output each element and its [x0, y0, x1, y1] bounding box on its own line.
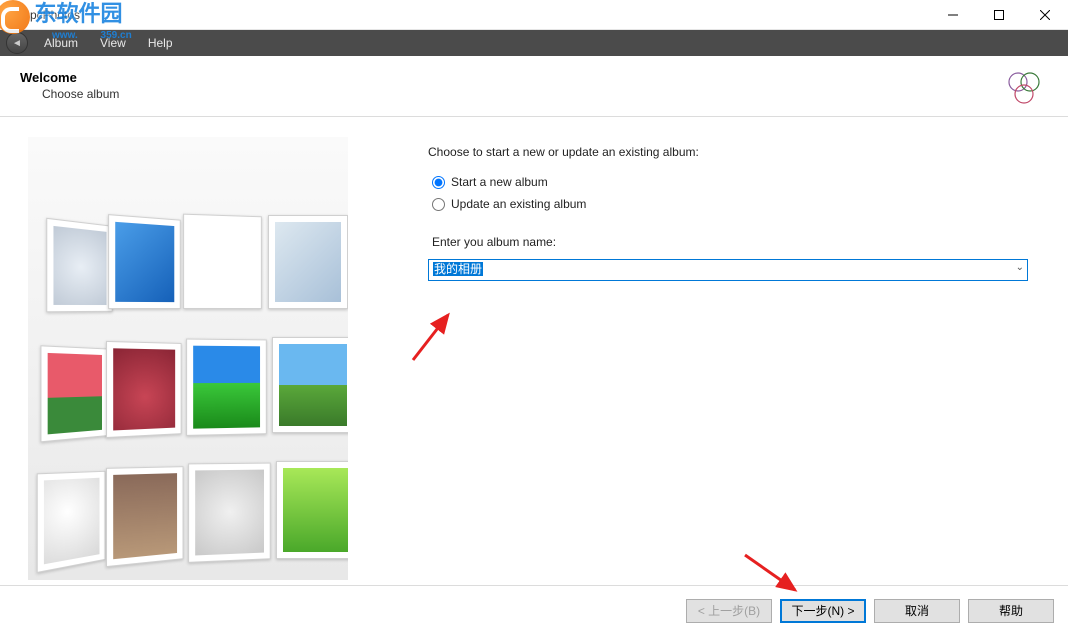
next-button[interactable]: 下一步(N) > [780, 599, 866, 623]
minimize-button[interactable] [930, 0, 976, 30]
help-button[interactable]: 帮助 [968, 599, 1054, 623]
maximize-button[interactable] [976, 0, 1022, 30]
chevron-left-icon: ◄ [12, 38, 22, 49]
title-bar: pcPhotos [0, 0, 1068, 30]
nav-back-button[interactable]: ◄ [6, 32, 28, 54]
album-name-combobox[interactable]: 我的相册 ⌄ [428, 259, 1028, 281]
page-title: Welcome [20, 70, 119, 85]
radio-start-new[interactable]: Start a new album [432, 175, 1028, 189]
wizard-content: Choose to start a new or update an exist… [0, 115, 1068, 580]
wizard-options: Choose to start a new or update an exist… [348, 115, 1068, 580]
title-bar-left: pcPhotos [8, 7, 80, 23]
instruction-text: Choose to start a new or update an exist… [428, 145, 1028, 159]
album-name-input[interactable]: 我的相册 [428, 259, 1028, 281]
menu-bar: ◄ Album View Help [0, 30, 1068, 56]
wizard-header: Welcome Choose album [0, 56, 1068, 117]
menu-view[interactable]: View [90, 32, 136, 54]
close-icon [1040, 10, 1050, 20]
radio-update-existing[interactable]: Update an existing album [432, 197, 1028, 211]
album-name-label: Enter you album name: [432, 235, 1028, 249]
minimize-icon [948, 10, 958, 20]
app-icon [8, 7, 24, 23]
window-title: pcPhotos [30, 8, 80, 22]
radio-start-new-label: Start a new album [451, 175, 548, 189]
menu-album[interactable]: Album [34, 32, 88, 54]
app-logo-icon [1004, 70, 1044, 106]
maximize-icon [994, 10, 1004, 20]
wizard-header-text: Welcome Choose album [20, 70, 119, 101]
close-button[interactable] [1022, 0, 1068, 30]
photo-wall-illustration [28, 137, 348, 580]
cancel-button[interactable]: 取消 [874, 599, 960, 623]
wizard-footer: < 上一步(B) 下一步(N) > 取消 帮助 [0, 585, 1068, 635]
album-name-value: 我的相册 [433, 262, 483, 276]
window-controls [930, 0, 1068, 29]
album-preview-pane [28, 137, 348, 580]
menu-help[interactable]: Help [138, 32, 183, 54]
radio-update-existing-label: Update an existing album [451, 197, 586, 211]
back-button: < 上一步(B) [686, 599, 772, 623]
radio-update-existing-input[interactable] [432, 198, 445, 211]
page-subtitle: Choose album [42, 87, 119, 101]
radio-start-new-input[interactable] [432, 176, 445, 189]
